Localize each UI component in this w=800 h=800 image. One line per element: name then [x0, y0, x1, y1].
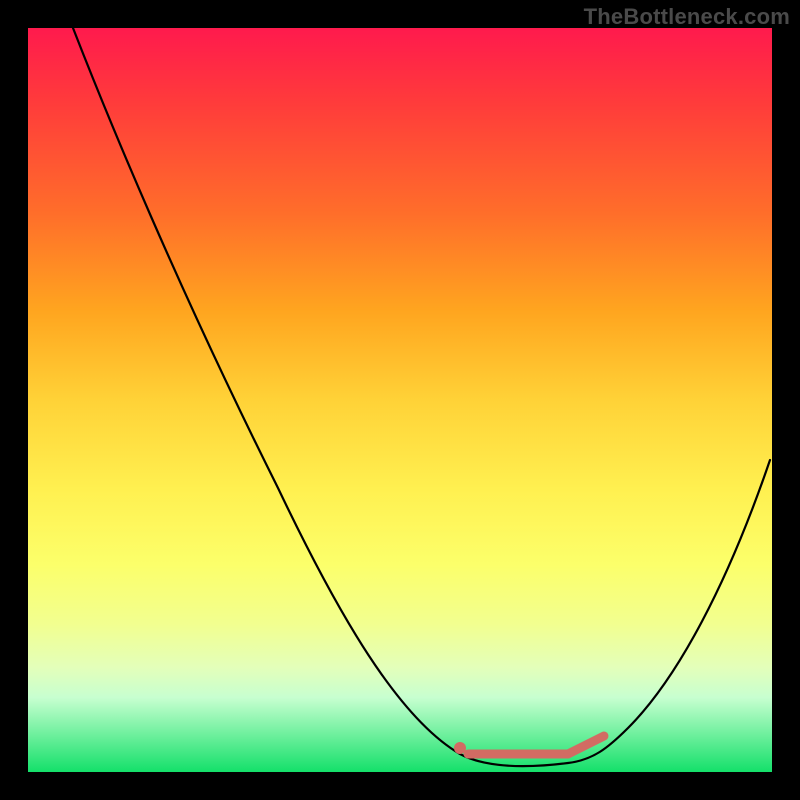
- bottleneck-curve: [73, 28, 770, 766]
- watermark-text: TheBottleneck.com: [584, 4, 790, 30]
- optimal-range-tail: [568, 736, 604, 754]
- chart-svg: [28, 28, 772, 772]
- plot-area: [28, 28, 772, 772]
- chart-frame: TheBottleneck.com: [0, 0, 800, 800]
